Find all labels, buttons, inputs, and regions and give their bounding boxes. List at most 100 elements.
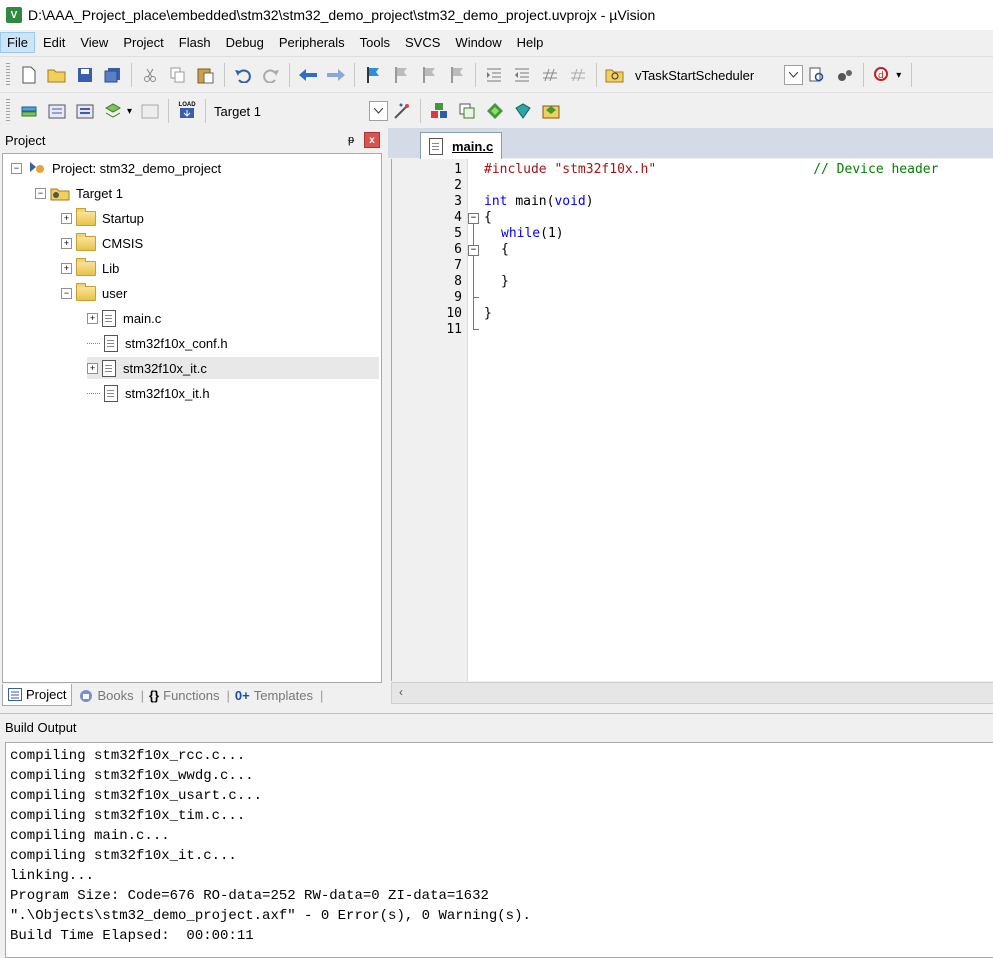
paste-icon[interactable]	[195, 64, 217, 86]
tab-templates[interactable]: 0+ Templates	[230, 685, 318, 706]
tab-project[interactable]: Project	[2, 684, 73, 706]
configuration-icon[interactable]: d	[871, 64, 893, 86]
menu-help[interactable]: Help	[510, 32, 551, 53]
code-editor[interactable]: 1 2 3 4 5 6 7 8 9 10 11 − − #include "st…	[391, 159, 993, 681]
options-for-target-icon[interactable]	[391, 100, 413, 122]
pin-icon[interactable]: ᵽ	[344, 133, 358, 147]
tree-item-file-main-c[interactable]: + main.c	[87, 307, 161, 329]
project-panel-tabs: Project Books | {} Functions | 0+ Templa…	[2, 682, 382, 708]
project-panel-title: Project	[5, 132, 46, 148]
software-packs-icon[interactable]	[540, 100, 562, 122]
tree-item-group-user[interactable]: − user	[61, 282, 127, 304]
toolbar-grip[interactable]	[6, 99, 10, 123]
collapse-icon[interactable]: −	[11, 162, 22, 174]
tree-item-target[interactable]: − Target 1	[35, 182, 123, 204]
bookmark-previous-icon[interactable]	[390, 64, 412, 86]
expand-icon[interactable]: +	[61, 262, 72, 274]
menu-peripherals[interactable]: Peripherals	[272, 32, 352, 53]
open-folder-icon[interactable]	[46, 64, 68, 86]
tree-item-group-cmsis[interactable]: + CMSIS	[61, 232, 143, 254]
close-icon[interactable]: x	[364, 132, 380, 148]
undo-icon[interactable]	[232, 64, 254, 86]
menu-flash[interactable]: Flash	[172, 32, 218, 53]
chevron-down-icon[interactable]: ▾	[127, 106, 132, 117]
tab-functions[interactable]: {} Functions	[144, 685, 225, 706]
pack-installer-icon[interactable]	[512, 100, 534, 122]
expand-icon[interactable]: +	[61, 212, 72, 224]
target-select[interactable]: Target 1	[214, 101, 389, 121]
navigate-back-icon[interactable]	[297, 64, 319, 86]
tree-connector	[87, 392, 100, 394]
find-combo[interactable]: vTaskStartScheduler	[635, 65, 804, 85]
menu-svcs[interactable]: SVCS	[398, 32, 447, 53]
cut-icon[interactable]	[139, 64, 161, 86]
tree-item-project-root[interactable]: − Project: stm32_demo_project	[11, 157, 221, 179]
folder-icon	[76, 207, 96, 226]
chevron-down-icon[interactable]	[784, 65, 804, 85]
bookmark-clear-icon[interactable]	[446, 64, 468, 86]
manage-components-icon[interactable]	[428, 100, 450, 122]
translate-icon[interactable]	[18, 100, 40, 122]
output-line: Program Size: Code=676 RO-data=252 RW-da…	[10, 888, 489, 904]
expand-icon[interactable]: +	[87, 312, 98, 324]
line-number: 9	[454, 290, 462, 305]
tree-label: Project: stm32_demo_project	[52, 160, 222, 176]
tab-main-c[interactable]: main.c	[420, 132, 503, 159]
menu-tools[interactable]: Tools	[353, 32, 397, 53]
source-browser-icon[interactable]	[834, 64, 856, 86]
horizontal-scrollbar[interactable]: ‹	[391, 682, 993, 704]
indent-icon[interactable]	[483, 64, 505, 86]
menu-view[interactable]: View	[73, 32, 115, 53]
bookmark-insert-icon[interactable]	[362, 64, 384, 86]
tree-connector	[87, 342, 100, 344]
output-line: compiling stm32f10x_rcc.c...	[10, 748, 246, 764]
new-file-icon[interactable]	[18, 64, 40, 86]
rebuild-icon[interactable]	[74, 100, 96, 122]
code-line-10: }	[484, 306, 492, 321]
build-output-window[interactable]: compiling stm32f10x_rcc.c... compiling s…	[5, 742, 993, 958]
file-extensions-icon[interactable]	[456, 100, 478, 122]
menu-file[interactable]: File	[0, 32, 35, 53]
tree-item-group-lib[interactable]: + Lib	[61, 257, 119, 279]
line-number: 5	[454, 226, 462, 241]
comment-icon[interactable]	[539, 64, 561, 86]
collapse-icon[interactable]: −	[35, 187, 46, 199]
editor-tab-label: main.c	[452, 138, 494, 154]
copy-icon[interactable]	[167, 64, 189, 86]
redo-icon[interactable]	[260, 64, 282, 86]
save-icon[interactable]	[74, 64, 96, 86]
identifier-token: (1)	[540, 226, 564, 241]
unindent-icon[interactable]	[511, 64, 533, 86]
tree-item-group-startup[interactable]: + Startup	[61, 207, 144, 229]
collapse-icon[interactable]: −	[61, 287, 72, 299]
navigate-forward-icon[interactable]	[325, 64, 347, 86]
scroll-left-icon[interactable]: ‹	[392, 683, 410, 701]
menu-window[interactable]: Window	[448, 32, 508, 53]
toolbar-separator	[205, 99, 207, 123]
chevron-down-icon[interactable]: ▾	[896, 70, 901, 81]
build-icon[interactable]	[46, 100, 68, 122]
code-line-3: int main(void)	[484, 194, 594, 210]
menu-project[interactable]: Project	[116, 32, 170, 53]
tree-item-file-it-c[interactable]: + stm32f10x_it.c	[87, 357, 379, 379]
code-line-8: }	[501, 274, 509, 289]
menu-edit[interactable]: Edit	[36, 32, 72, 53]
expand-icon[interactable]: +	[87, 362, 98, 374]
batch-build-icon[interactable]	[102, 100, 124, 122]
select-packs-icon[interactable]	[484, 100, 506, 122]
tree-item-file-it-h[interactable]: stm32f10x_it.h	[87, 382, 210, 404]
output-line: compiling stm32f10x_it.c...	[10, 848, 237, 864]
toolbar-grip[interactable]	[6, 63, 10, 87]
uncomment-icon[interactable]	[567, 64, 589, 86]
tree-item-file-conf-h[interactable]: stm32f10x_conf.h	[87, 332, 228, 354]
incremental-find-icon[interactable]	[806, 64, 828, 86]
expand-icon[interactable]: +	[61, 237, 72, 249]
chevron-down-icon[interactable]	[369, 101, 389, 121]
stop-build-icon[interactable]	[139, 100, 161, 122]
download-load-icon[interactable]: LOAD	[176, 100, 198, 122]
menu-debug[interactable]: Debug	[219, 32, 271, 53]
tab-books[interactable]: Books	[74, 685, 138, 706]
find-in-files-icon[interactable]	[604, 64, 626, 86]
bookmark-next-icon[interactable]	[418, 64, 440, 86]
save-all-icon[interactable]	[102, 64, 124, 86]
